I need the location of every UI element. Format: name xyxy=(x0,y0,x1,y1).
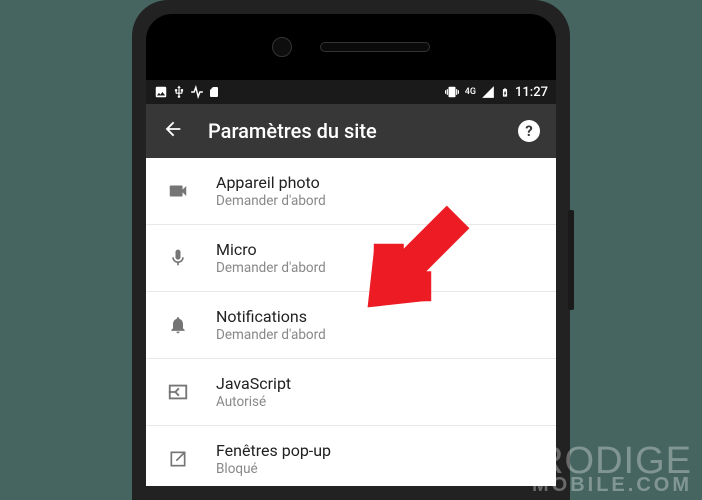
settings-list: Appareil photo Demander d'abord Micro De… xyxy=(146,158,556,486)
data-type-label: 4G xyxy=(465,88,476,97)
vibrate-icon xyxy=(444,85,460,99)
question-icon: ? xyxy=(525,122,532,140)
front-camera-icon xyxy=(272,37,292,57)
item-title: Appareil photo xyxy=(216,173,538,192)
phone-top-bezel xyxy=(146,14,556,80)
bell-icon xyxy=(164,315,192,335)
back-button[interactable] xyxy=(162,118,184,144)
item-subtitle: Demander d'abord xyxy=(216,193,538,209)
app-bar: Paramètres du site ? xyxy=(146,104,556,158)
activity-icon xyxy=(190,85,204,99)
item-subtitle: Demander d'abord xyxy=(216,327,538,343)
item-subtitle: Bloqué xyxy=(216,461,538,477)
status-bar: 4G 11:27 xyxy=(146,80,556,104)
page-title: Paramètres du site xyxy=(208,119,494,143)
help-button[interactable]: ? xyxy=(518,120,540,142)
image-icon xyxy=(154,85,168,99)
speaker-grill-icon xyxy=(320,42,430,52)
camera-icon xyxy=(164,180,192,202)
item-title: Fenêtres pop-up xyxy=(216,441,538,460)
item-title: JavaScript xyxy=(216,374,538,393)
usb-icon xyxy=(172,85,186,99)
clock-label: 11:27 xyxy=(515,85,548,100)
phone-frame: 4G 11:27 Paramètres du site ? Appareil p… xyxy=(132,0,570,500)
item-subtitle: Autorisé xyxy=(216,394,538,410)
mic-icon xyxy=(164,248,192,268)
item-title: Notifications xyxy=(216,307,538,326)
settings-item-camera[interactable]: Appareil photo Demander d'abord xyxy=(146,158,556,225)
settings-item-notifications[interactable]: Notifications Demander d'abord xyxy=(146,292,556,359)
settings-item-mic[interactable]: Micro Demander d'abord xyxy=(146,225,556,292)
settings-item-popups[interactable]: Fenêtres pop-up Bloqué xyxy=(146,426,556,486)
signal-icon xyxy=(481,85,495,99)
screen: 4G 11:27 Paramètres du site ? Appareil p… xyxy=(146,80,556,486)
settings-item-javascript[interactable]: JavaScript Autorisé xyxy=(146,359,556,426)
battery-icon xyxy=(500,85,510,100)
sim-icon xyxy=(208,85,220,99)
popup-icon xyxy=(164,449,192,469)
item-subtitle: Demander d'abord xyxy=(216,260,538,276)
phone-body: 4G 11:27 Paramètres du site ? Appareil p… xyxy=(146,14,556,486)
item-title: Micro xyxy=(216,240,538,259)
side-button xyxy=(568,210,574,310)
javascript-icon xyxy=(164,381,192,403)
